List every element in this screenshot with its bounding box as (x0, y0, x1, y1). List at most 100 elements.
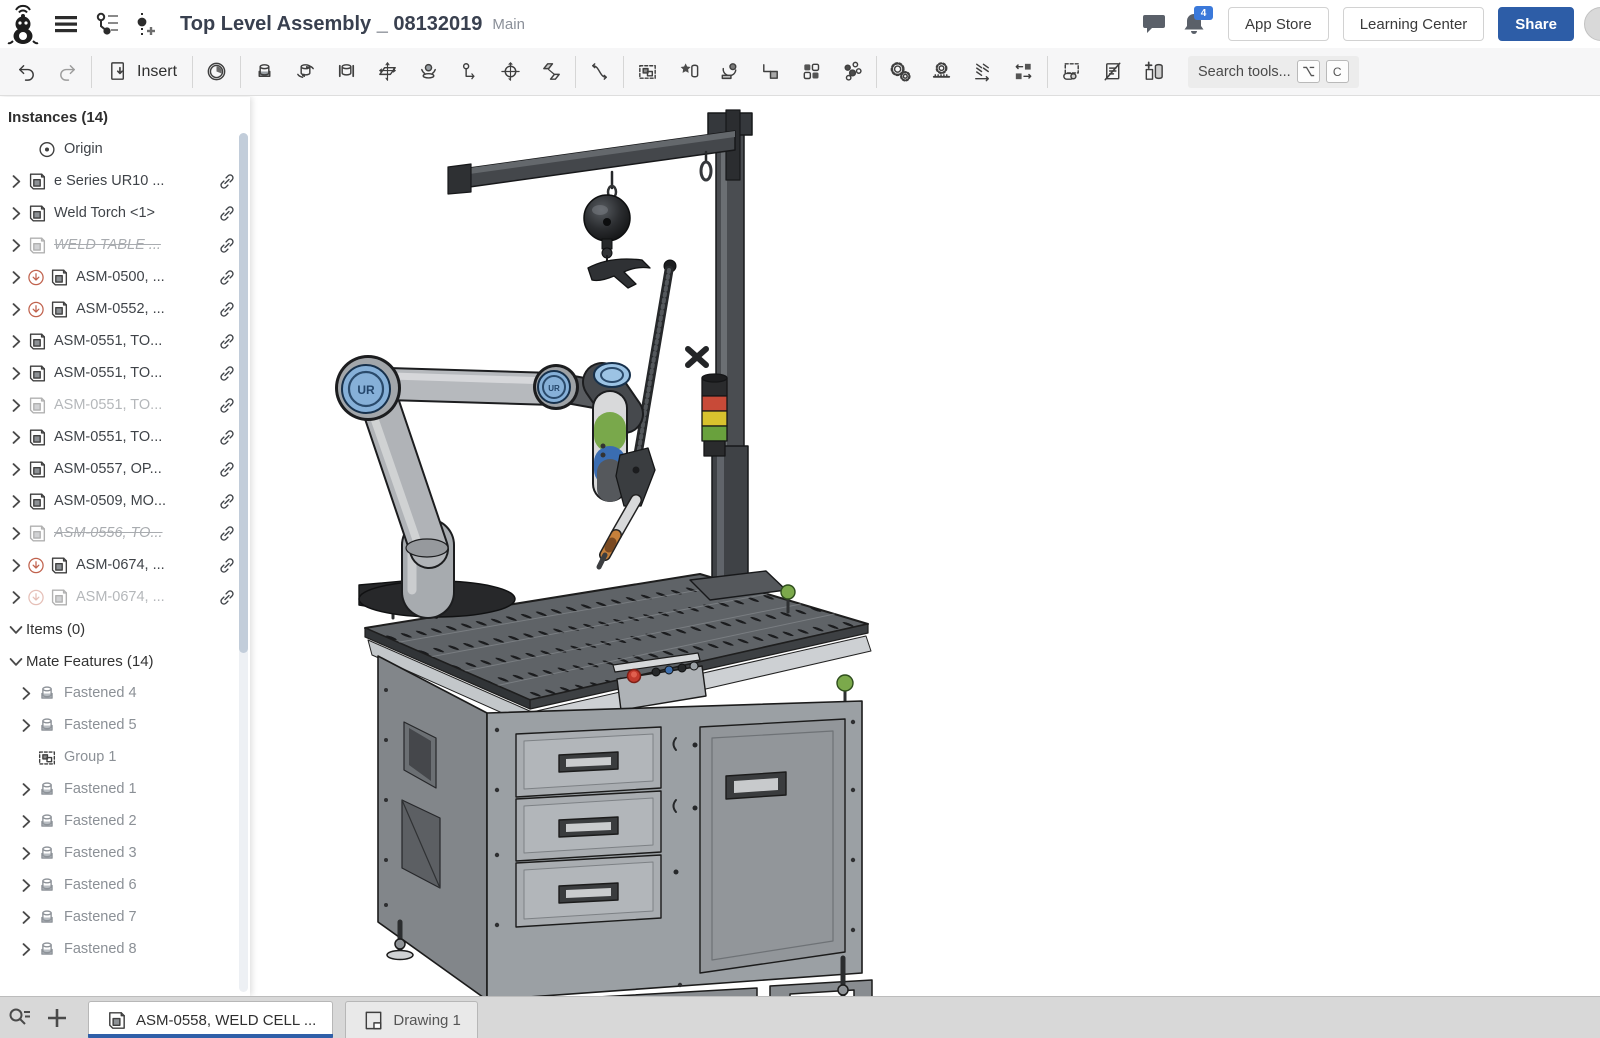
update-available-icon[interactable] (26, 555, 46, 575)
tree-item-mate[interactable]: Fastened 2 (0, 805, 250, 837)
snap-mode-icon[interactable] (709, 52, 750, 92)
onshape-logo-icon[interactable] (0, 0, 46, 48)
tree-item-mate[interactable]: Fastened 6 (0, 869, 250, 901)
tree-item-mate[interactable]: Fastened 8 (0, 933, 250, 965)
chevron-right-icon[interactable] (6, 299, 26, 319)
chevron-right-icon[interactable] (6, 587, 26, 607)
comments-icon[interactable] (1134, 4, 1174, 44)
tree-item-instance[interactable]: ASM-0551, TO... (0, 389, 250, 421)
hamburger-menu-icon[interactable] (46, 4, 86, 44)
cylindrical-mate-icon[interactable] (490, 52, 531, 92)
chevron-right-icon[interactable] (6, 555, 26, 575)
notifications-bell-icon[interactable]: 4 (1174, 4, 1214, 44)
search-tools-input[interactable]: Search tools...C (1188, 56, 1359, 88)
tree-item-instance[interactable]: WELD TABLE ... (0, 229, 250, 261)
chevron-right-icon[interactable] (6, 331, 26, 351)
linked-document-icon[interactable] (216, 202, 238, 224)
linked-document-icon[interactable] (216, 458, 238, 480)
workspace-name[interactable]: Main (492, 16, 525, 33)
tab-drawing[interactable]: Drawing 1 (345, 1001, 478, 1038)
cable-balancer[interactable] (584, 172, 650, 288)
torch-conduit[interactable] (634, 260, 676, 474)
linked-document-icon[interactable] (216, 490, 238, 512)
update-available-icon[interactable] (26, 587, 46, 607)
app-store-button[interactable]: App Store (1228, 7, 1329, 41)
in-context-icon[interactable] (750, 52, 791, 92)
tree-item-mate[interactable]: Group 1 (0, 741, 250, 773)
interference-icon[interactable] (1133, 52, 1174, 92)
tree-item-instance[interactable]: ASM-0674, ... (0, 581, 250, 613)
chevron-down-icon[interactable] (6, 651, 26, 671)
chevron-right-icon[interactable] (16, 843, 36, 863)
linked-document-icon[interactable] (216, 298, 238, 320)
linked-document-icon[interactable] (216, 586, 238, 608)
learning-center-button[interactable]: Learning Center (1343, 7, 1485, 41)
tangent-mate-icon[interactable] (579, 52, 620, 92)
tree-item-origin[interactable]: Origin (0, 133, 250, 165)
undo-icon[interactable] (6, 52, 47, 92)
linked-document-icon[interactable] (216, 554, 238, 576)
tree-item-mate[interactable]: Fastened 4 (0, 677, 250, 709)
tree-section-header[interactable]: Mate Features (14) (0, 645, 250, 677)
tree-item-mate[interactable]: Fastened 5 (0, 709, 250, 741)
named-positions-icon[interactable] (668, 52, 709, 92)
ball-mate-icon[interactable] (408, 52, 449, 92)
tree-item-instance[interactable]: ASM-0551, TO... (0, 421, 250, 453)
user-avatar[interactable] (1584, 7, 1600, 41)
tree-item-instance[interactable]: ASM-0509, MO... (0, 485, 250, 517)
linked-document-icon[interactable] (216, 362, 238, 384)
chevron-right-icon[interactable] (16, 875, 36, 895)
tree-item-instance[interactable]: ASM-0556, TO... (0, 517, 250, 549)
chevron-right-icon[interactable] (6, 459, 26, 479)
chevron-right-icon[interactable] (6, 203, 26, 223)
chevron-right-icon[interactable] (6, 523, 26, 543)
cabinet-drawers[interactable] (516, 727, 679, 927)
tree-item-instance[interactable]: e Series UR10 ... (0, 165, 250, 197)
pattern-icon[interactable] (791, 52, 832, 92)
section-view-icon[interactable] (1051, 52, 1092, 92)
linked-document-icon[interactable] (216, 266, 238, 288)
tree-item-mate[interactable]: Fastened 7 (0, 901, 250, 933)
chevron-right-icon[interactable] (6, 235, 26, 255)
tab-assembly-active[interactable]: ASM-0558, WELD CELL ... (88, 1001, 333, 1038)
versions-history-icon[interactable] (86, 4, 126, 44)
tree-item-instance[interactable]: ASM-0551, TO... (0, 357, 250, 389)
linked-document-icon[interactable] (216, 426, 238, 448)
document-title[interactable]: Top Level Assembly _ 08132019 (180, 13, 482, 36)
chevron-right-icon[interactable] (6, 267, 26, 287)
tree-item-mate[interactable]: Fastened 1 (0, 773, 250, 805)
revolute-mate-icon[interactable] (285, 52, 326, 92)
linked-document-icon[interactable] (216, 394, 238, 416)
chevron-right-icon[interactable] (6, 427, 26, 447)
chevron-right-icon[interactable] (6, 395, 26, 415)
linked-document-icon[interactable] (216, 170, 238, 192)
rack-pinion-relation-icon[interactable] (921, 52, 962, 92)
tree-item-instance[interactable]: Weld Torch <1> (0, 197, 250, 229)
linked-document-icon[interactable] (216, 522, 238, 544)
search-tabs-icon[interactable] (0, 998, 38, 1038)
chevron-right-icon[interactable] (16, 939, 36, 959)
bom-icon[interactable] (1092, 52, 1133, 92)
chevron-down-icon[interactable] (6, 619, 26, 639)
tree-item-instance[interactable]: ASM-0552, ... (0, 293, 250, 325)
tree-section-header[interactable]: Items (0) (0, 613, 250, 645)
clock-icon[interactable] (196, 52, 237, 92)
chevron-right-icon[interactable] (6, 491, 26, 511)
tree-item-instance[interactable]: ASM-0557, OP... (0, 453, 250, 485)
screw-relation-icon[interactable] (962, 52, 1003, 92)
linked-document-icon[interactable] (216, 330, 238, 352)
group-icon[interactable] (627, 52, 668, 92)
chevron-right-icon[interactable] (16, 683, 36, 703)
linked-document-icon[interactable] (216, 234, 238, 256)
tree-item-instance[interactable]: ASM-0551, TO... (0, 325, 250, 357)
weld-torch[interactable] (599, 500, 636, 567)
weld-table[interactable] (365, 571, 872, 996)
chevron-right-icon[interactable] (16, 779, 36, 799)
parallel-mate-icon[interactable] (531, 52, 572, 92)
share-button[interactable]: Share (1498, 7, 1574, 41)
redo-icon[interactable] (47, 52, 88, 92)
chevron-right-icon[interactable] (6, 363, 26, 383)
tree-item-mate[interactable]: Fastened 3 (0, 837, 250, 869)
gear-relation-icon[interactable] (880, 52, 921, 92)
tree-item-instance[interactable]: ASM-0500, ... (0, 261, 250, 293)
